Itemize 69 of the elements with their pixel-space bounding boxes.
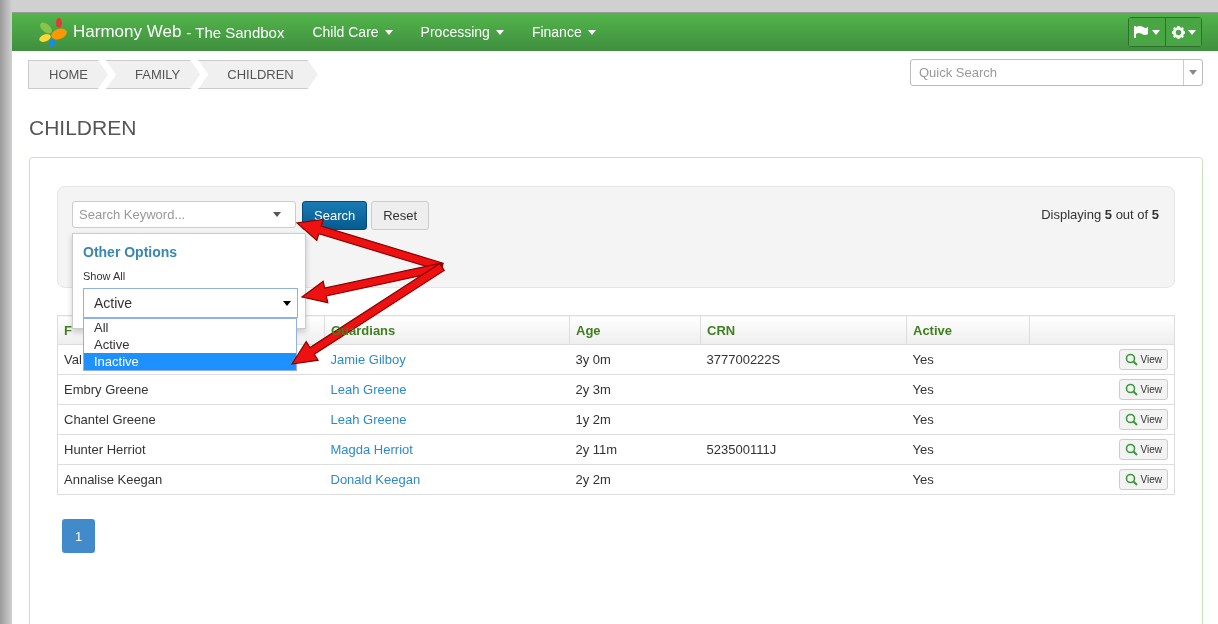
table-cell: 2y 2m — [575, 472, 611, 487]
popup-title: Other Options — [83, 244, 179, 260]
select-option[interactable]: All — [84, 319, 296, 336]
settings-icon — [1171, 25, 1185, 39]
table-cell: Val — [64, 352, 82, 367]
view-button[interactable]: View — [1118, 349, 1168, 370]
keyword-search-field[interactable]: Search Keyword... — [72, 201, 296, 228]
caret-icon — [1152, 29, 1160, 35]
breadcrumb-item[interactable]: CHILDREN — [198, 60, 318, 89]
leaf-logo-icon — [37, 17, 67, 47]
table-cell: 377700222S — [706, 352, 781, 367]
search-icon — [1124, 413, 1138, 426]
table-cell: Yes — [912, 412, 934, 427]
caret-icon — [384, 29, 393, 35]
view-button[interactable]: View — [1118, 379, 1168, 400]
search-icon — [1124, 353, 1138, 366]
breadcrumb-item[interactable]: HOME — [28, 60, 108, 89]
table-cell: 2y 3m — [575, 382, 611, 397]
table-cell: Annalise Keegan — [64, 472, 163, 487]
guardian-link[interactable]: Magda Herriot — [330, 442, 413, 457]
nav-menu[interactable]: Finance — [531, 24, 596, 40]
caret-icon — [283, 300, 291, 306]
view-button[interactable]: View — [1118, 439, 1168, 460]
reset-button[interactable]: Reset — [371, 201, 430, 230]
caret-icon — [1189, 70, 1197, 75]
table-cell: 1y 2m — [575, 412, 611, 427]
search-icon — [1124, 473, 1138, 486]
column-header: F — [64, 322, 72, 338]
settings-menu-button[interactable] — [1165, 18, 1201, 46]
column-header: Active — [913, 322, 953, 338]
status-select[interactable]: Active — [83, 288, 298, 318]
table-cell: Yes — [912, 382, 934, 397]
table-cell: 3y 0m — [575, 352, 611, 367]
select-option[interactable]: Inactive — [84, 353, 296, 370]
column-header: CRN — [707, 322, 736, 338]
caret-icon — [587, 29, 596, 35]
table-cell: Yes — [912, 352, 934, 367]
table-cell: Yes — [912, 472, 934, 487]
view-button[interactable]: View — [1118, 409, 1168, 430]
table-cell: Hunter Herriot — [64, 442, 146, 457]
nav-menu[interactable]: Processing — [420, 24, 504, 40]
brand-name: Harmony Web — [73, 22, 182, 42]
table-cell: 523500111J — [706, 442, 777, 457]
flag-menu-button[interactable] — [1129, 18, 1165, 46]
guardian-link[interactable]: Leah Greene — [330, 412, 407, 427]
table-cell: 2y 11m — [575, 442, 618, 457]
table-cell: Embry Greene — [64, 382, 149, 397]
guardian-link[interactable]: Donald Keegan — [330, 472, 421, 487]
site-subtitle: - The Sandbox — [186, 23, 285, 41]
guardian-link[interactable]: Leah Greene — [330, 382, 407, 397]
guardian-link[interactable]: Jamie Gilboy — [330, 352, 406, 367]
filter-label: Show All — [83, 270, 127, 282]
search-icon — [1124, 443, 1138, 456]
nav-menu[interactable]: Child Care — [312, 24, 393, 40]
page-button[interactable]: 1 — [62, 519, 95, 553]
search-icon — [1124, 383, 1138, 396]
caret-icon — [273, 212, 281, 217]
table-cell: Yes — [912, 442, 934, 457]
breadcrumb-item[interactable]: FAMILY — [106, 60, 201, 89]
flag-icon — [1134, 25, 1149, 39]
caret-icon — [495, 29, 504, 35]
view-button[interactable]: View — [1118, 469, 1168, 490]
select-option[interactable]: Active — [84, 336, 296, 353]
result-count: Displaying 5 out of 5 — [1041, 207, 1159, 222]
caret-icon — [1187, 29, 1196, 35]
table-cell: Chantel Greene — [64, 412, 156, 427]
quick-search-field[interactable]: Quick Search — [910, 59, 1203, 86]
page-title: CHILDREN — [29, 116, 138, 140]
column-header: Age — [576, 322, 601, 338]
